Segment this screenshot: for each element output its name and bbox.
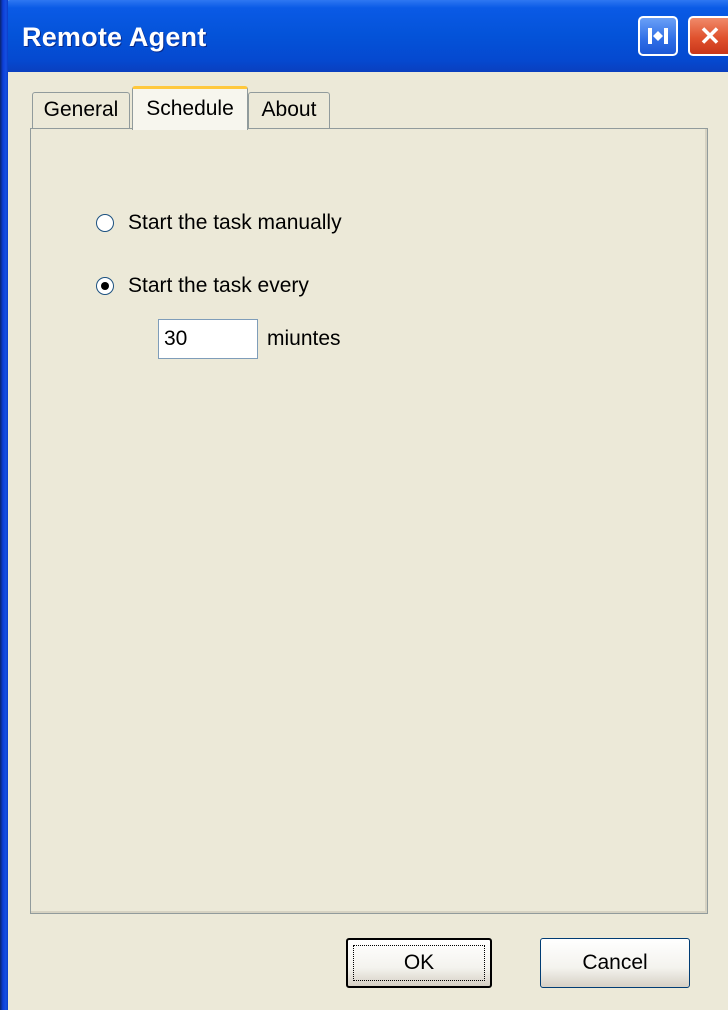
cancel-button-label: Cancel: [582, 951, 648, 974]
ok-button[interactable]: OK: [346, 938, 492, 988]
title-bar[interactable]: Remote Agent ✕: [0, 0, 728, 72]
radio-manual-label: Start the task manually: [128, 211, 342, 234]
schedule-panel: Start the task manually Start the task e…: [30, 128, 708, 914]
radio-every-row[interactable]: Start the task every: [96, 274, 309, 298]
ok-focus-rect: [353, 945, 485, 981]
radio-every[interactable]: [96, 277, 114, 295]
close-icon[interactable]: ✕: [688, 16, 728, 56]
cancel-button[interactable]: Cancel: [540, 938, 690, 988]
radio-manual-row[interactable]: Start the task manually: [96, 211, 342, 235]
tab-general[interactable]: General: [32, 92, 130, 128]
close-glyph: ✕: [699, 20, 721, 51]
tab-schedule-label: Schedule: [146, 96, 234, 120]
radio-manual[interactable]: [96, 214, 114, 232]
interval-input[interactable]: [158, 319, 258, 359]
tab-general-label: General: [43, 97, 119, 121]
help-icon[interactable]: [638, 16, 678, 56]
remote-agent-window: Remote Agent ✕ General Schedule About St…: [0, 0, 728, 1010]
tab-about[interactable]: About: [248, 92, 330, 128]
window-title: Remote Agent: [22, 22, 207, 52]
interval-unit-label: miuntes: [267, 327, 341, 350]
help-icon-glyph: [648, 28, 668, 44]
window-left-border: [0, 0, 8, 1010]
tab-about-label: About: [261, 97, 317, 121]
radio-every-label: Start the task every: [128, 274, 309, 297]
tab-schedule[interactable]: Schedule: [132, 86, 248, 130]
